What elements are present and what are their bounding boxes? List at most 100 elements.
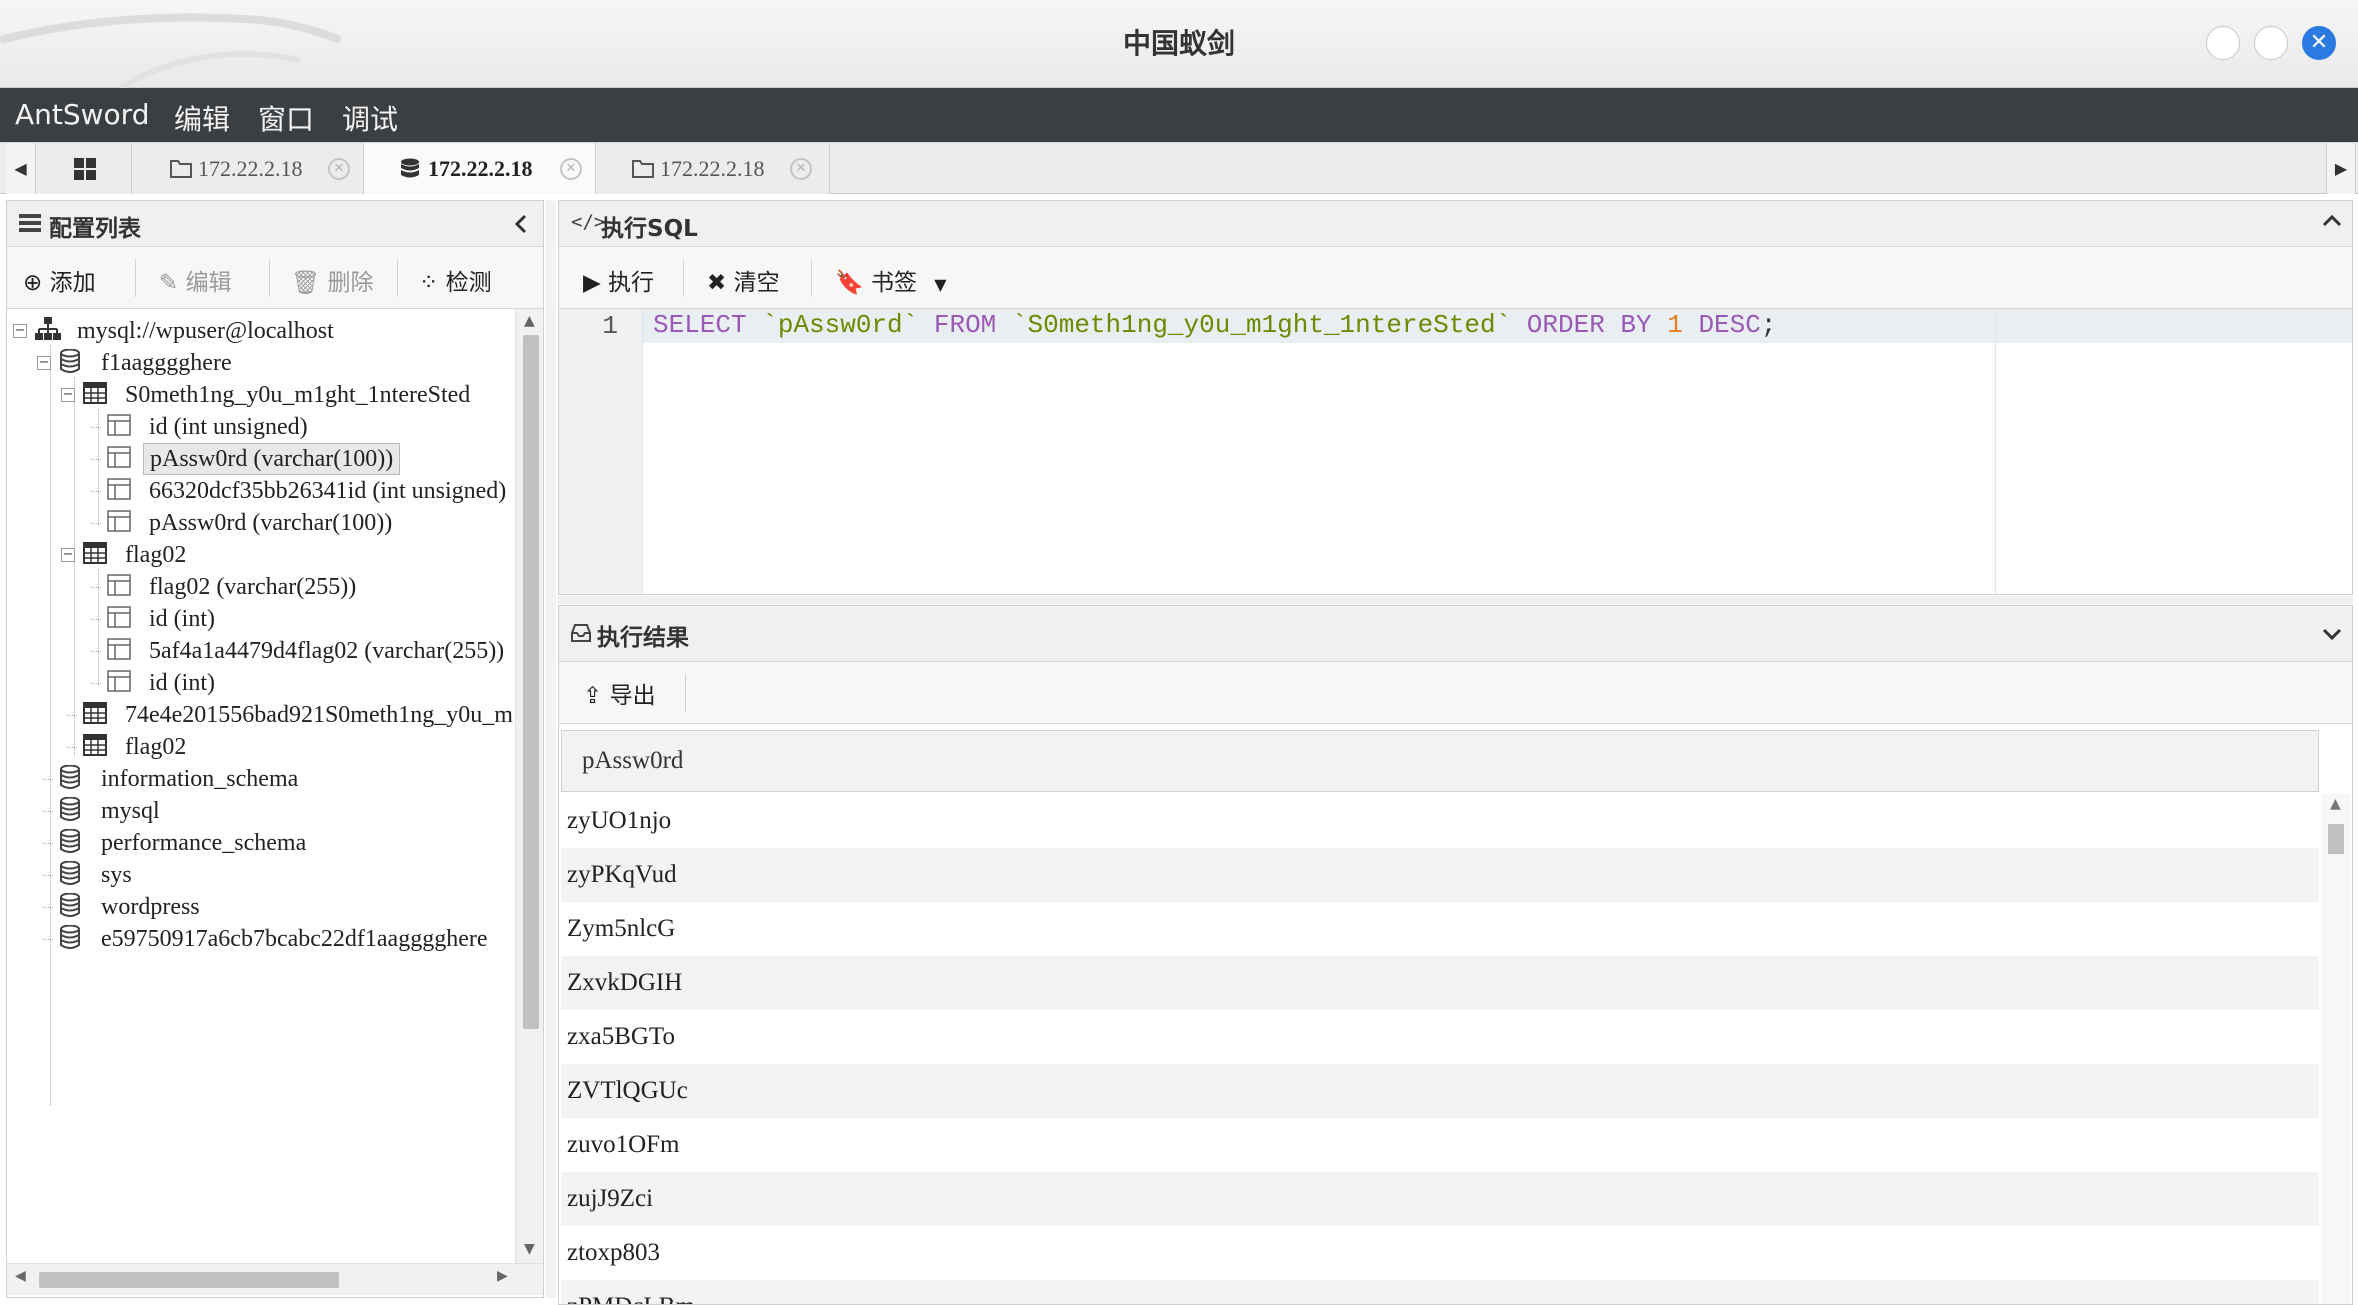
clear-label: 清空	[733, 270, 780, 296]
collapse-toggle-icon[interactable]: −	[61, 548, 75, 562]
tree-node[interactable]: 74e4e201556bad921S0meth1ng_y0u_m1ght_1nt…	[7, 699, 515, 731]
tab-close-icon[interactable]: ✕	[790, 158, 812, 180]
add-button[interactable]: ⊕ 添加	[23, 263, 96, 297]
tree-node[interactable]: pAssw0rd (varchar(100))	[7, 507, 515, 539]
scrollbar-thumb[interactable]	[39, 1272, 339, 1288]
scroll-up-icon[interactable]: ▲	[524, 313, 535, 329]
menu-antsword[interactable]: AntSword	[15, 98, 149, 131]
tab-label: 172.22.2.18	[198, 156, 303, 181]
tree-node[interactable]: sys	[7, 859, 515, 891]
horizontal-splitter[interactable]	[558, 596, 2353, 604]
export-button[interactable]: ⇪ 导出	[583, 676, 656, 710]
scroll-up-icon[interactable]: ▲	[2330, 796, 2341, 812]
config-toolbar: ⊕ 添加 ✎ 编辑 🗑 删除 ⁘ 检测	[7, 247, 543, 309]
tab-scroll-left-button[interactable]: ◀	[6, 143, 36, 194]
tab-file-manager-2[interactable]: 172.22.2.18 ✕	[596, 143, 830, 194]
tree-line	[43, 939, 53, 940]
chevron-left-icon[interactable]	[513, 213, 529, 235]
scroll-left-icon[interactable]: ◀	[15, 1268, 26, 1284]
kw-from: FROM	[933, 310, 997, 340]
collapse-toggle-icon[interactable]: −	[37, 356, 51, 370]
tree-node[interactable]: id (int unsigned)	[7, 411, 515, 443]
tree-node-label: mysql://wpuser@localhost	[77, 318, 334, 344]
menu-edit[interactable]: 编辑	[174, 98, 230, 138]
panel-header: 配置列表	[7, 201, 543, 247]
table-row[interactable]: zPMDcLBm	[561, 1280, 2319, 1304]
scrollbar-thumb[interactable]	[2328, 824, 2344, 854]
vertical-splitter[interactable]	[546, 200, 556, 1298]
execute-button[interactable]: ▶ 执行	[583, 263, 654, 297]
table-row[interactable]: ZxvkDGIH	[561, 956, 2319, 1010]
table-row[interactable]: ztoxp803	[561, 1226, 2319, 1280]
window-title: 中国蚁剑	[1122, 27, 1235, 60]
tab-close-icon[interactable]: ✕	[328, 158, 350, 180]
tab-scroll-right-button[interactable]: ▶	[2326, 143, 2356, 194]
table-row[interactable]: ZVTlQGUc	[561, 1064, 2319, 1118]
sql-code[interactable]: SELECT `pAssw0rd` FROM `S0meth1ng_y0u_m1…	[653, 310, 1776, 340]
detect-button[interactable]: ⁘ 检测	[419, 263, 492, 297]
tree-node[interactable]: 66320dcf35bb26341id (int unsigned)	[7, 475, 515, 507]
tree-node[interactable]: id (int)	[7, 667, 515, 699]
result-vertical-scrollbar[interactable]: ▲	[2321, 794, 2351, 1304]
tab-close-icon[interactable]: ✕	[560, 158, 582, 180]
tree-node[interactable]: − f1aagggghere	[7, 347, 515, 379]
sql-editor[interactable]: 1 SELECT `pAssw0rd` FROM `S0meth1ng_y0u_…	[559, 309, 2352, 594]
clear-button[interactable]: ✖ 清空	[707, 263, 780, 297]
tree-node[interactable]: 5af4a1a4479d4flag02 (varchar(255))	[7, 635, 515, 667]
database-icon	[59, 860, 81, 894]
chevron-down-icon[interactable]	[2321, 626, 2343, 642]
tree-node[interactable]: flag02	[7, 731, 515, 763]
toolbar-divider	[685, 674, 686, 712]
maximize-button[interactable]	[2254, 26, 2288, 60]
tree-node[interactable]: − S0meth1ng_y0u_m1ght_1ntereSted	[7, 379, 515, 411]
tree-node-label: 66320dcf35bb26341id (int unsigned)	[149, 478, 507, 504]
tree-node[interactable]: information_schema	[7, 763, 515, 795]
tree-vertical-scrollbar[interactable]: ▲ ▼	[515, 309, 543, 1263]
chevron-up-icon[interactable]	[2321, 213, 2343, 229]
scroll-down-icon[interactable]: ▼	[524, 1241, 535, 1257]
tree-node[interactable]: − mysql://wpuser@localhost	[7, 315, 515, 347]
delete-button[interactable]: 🗑 删除	[291, 263, 374, 297]
tree-node-label: sys	[101, 862, 132, 888]
collapse-toggle-icon[interactable]: −	[61, 388, 75, 402]
bookmark-button[interactable]: 🔖 书签 ▼	[835, 263, 947, 297]
table-row[interactable]: zxa5BGTo	[561, 1010, 2319, 1064]
table-icon	[83, 381, 107, 413]
tab-database-manager[interactable]: 172.22.2.18 ✕	[364, 143, 596, 194]
tree-node[interactable]: id (int)	[7, 603, 515, 635]
column-icon	[107, 669, 131, 701]
spinner-icon: ⁘	[419, 270, 439, 296]
scrollbar-thumb[interactable]	[523, 335, 539, 1029]
panel-title: 配置列表	[49, 216, 141, 242]
result-grid: zyUO1njo zyPKqVud Zym5nlcG ZxvkDGIH zxa5BGTo…	[561, 794, 2319, 1304]
database-icon	[59, 348, 81, 382]
list-icon	[19, 214, 41, 232]
tree-line	[91, 651, 101, 652]
minimize-button[interactable]	[2206, 26, 2240, 60]
tab-file-manager-1[interactable]: 172.22.2.18 ✕	[132, 143, 364, 194]
tree-node[interactable]: − flag02	[7, 539, 515, 571]
menu-debug[interactable]: 调试	[342, 98, 398, 138]
tree-node[interactable]: flag02 (varchar(255))	[7, 571, 515, 603]
table-row[interactable]: zyPKqVud	[561, 848, 2319, 902]
edit-button[interactable]: ✎ 编辑	[159, 263, 232, 297]
scroll-right-icon[interactable]: ▶	[497, 1268, 508, 1284]
grid-column-header[interactable]: pAssw0rd	[561, 730, 2319, 792]
tree-node[interactable]: mysql	[7, 795, 515, 827]
plus-circle-icon: ⊕	[23, 270, 43, 296]
tree-node[interactable]: e59750917a6cb7bcabc22df1aagggghere	[7, 923, 515, 955]
tab-dashboard[interactable]	[36, 143, 132, 194]
tree-node[interactable]: pAssw0rd (varchar(100))	[7, 443, 515, 475]
close-window-button[interactable]: ✕	[2302, 26, 2336, 60]
table-row[interactable]: zuvo1OFm	[561, 1118, 2319, 1172]
tree-node[interactable]: wordpress	[7, 891, 515, 923]
table-row[interactable]: zyUO1njo	[561, 794, 2319, 848]
menu-window[interactable]: 窗口	[258, 98, 314, 138]
collapse-toggle-icon[interactable]: −	[13, 324, 27, 338]
delete-label: 删除	[327, 270, 374, 296]
table-row[interactable]: zujJ9Zci	[561, 1172, 2319, 1226]
tree-horizontal-scrollbar[interactable]: ◀ ▶	[7, 1263, 543, 1295]
tab-strip: ◀ 172.22.2.18 ✕ 172.22.2.18 ✕ 172.22.2.1…	[0, 142, 2358, 194]
table-row[interactable]: Zym5nlcG	[561, 902, 2319, 956]
tree-node[interactable]: performance_schema	[7, 827, 515, 859]
